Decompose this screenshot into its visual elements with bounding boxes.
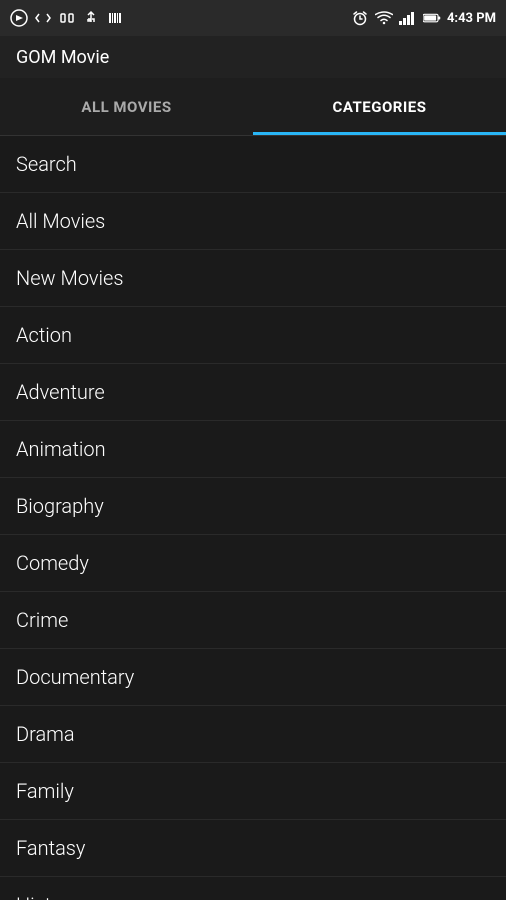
list-item-crime[interactable]: Crime bbox=[0, 592, 506, 649]
list-item-animation[interactable]: Animation bbox=[0, 421, 506, 478]
list-item-history[interactable]: History bbox=[0, 877, 506, 900]
list-item-fantasy[interactable]: Fantasy bbox=[0, 820, 506, 877]
wifi-icon bbox=[375, 9, 393, 27]
list-item-documentary[interactable]: Documentary bbox=[0, 649, 506, 706]
signal-icon bbox=[399, 9, 417, 27]
usb-icon bbox=[82, 9, 100, 27]
list-item-adventure[interactable]: Adventure bbox=[0, 364, 506, 421]
code-icon bbox=[34, 9, 52, 27]
alarm-icon bbox=[351, 9, 369, 27]
battery-icon bbox=[423, 9, 441, 27]
status-bar-left-icons bbox=[10, 9, 124, 27]
list-item-biography[interactable]: Biography bbox=[0, 478, 506, 535]
app-icon bbox=[10, 9, 28, 27]
categories-list: Search All Movies New Movies Action Adve… bbox=[0, 136, 506, 900]
tab-categories[interactable]: CATEGORIES bbox=[253, 78, 506, 135]
brackets-icon bbox=[58, 9, 76, 27]
list-item-action[interactable]: Action bbox=[0, 307, 506, 364]
list-item-search[interactable]: Search bbox=[0, 136, 506, 193]
status-bar-right-icons: 4:43 PM bbox=[351, 9, 496, 27]
list-item-new-movies[interactable]: New Movies bbox=[0, 250, 506, 307]
tab-bar: ALL MOVIES CATEGORIES bbox=[0, 78, 506, 136]
list-item-comedy[interactable]: Comedy bbox=[0, 535, 506, 592]
status-bar: 4:43 PM bbox=[0, 0, 506, 36]
list-item-family[interactable]: Family bbox=[0, 763, 506, 820]
list-item-drama[interactable]: Drama bbox=[0, 706, 506, 763]
status-time: 4:43 PM bbox=[447, 11, 496, 26]
app-title: GOM Movie bbox=[16, 47, 109, 68]
tab-all-movies[interactable]: ALL MOVIES bbox=[0, 78, 253, 135]
list-item-all-movies[interactable]: All Movies bbox=[0, 193, 506, 250]
barcode-icon bbox=[106, 9, 124, 27]
app-title-bar: GOM Movie bbox=[0, 36, 506, 78]
